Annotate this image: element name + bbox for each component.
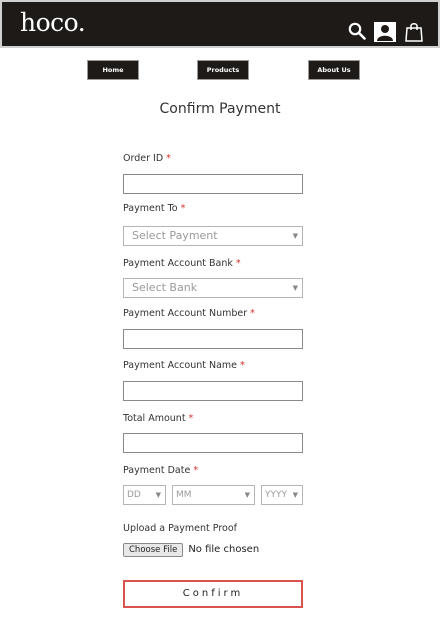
required-marker: * bbox=[188, 413, 194, 424]
payment-account-bank-select[interactable]: Select Bank ▼ bbox=[123, 278, 303, 298]
nav-products-button[interactable]: Products bbox=[198, 61, 248, 79]
total-amount-label: Total Amount * bbox=[123, 413, 194, 424]
top-header-bar: hoco. bbox=[0, 0, 440, 48]
required-marker: * bbox=[180, 203, 186, 214]
payment-date-year-select[interactable]: YYYY ▼ bbox=[261, 485, 303, 505]
required-marker: * bbox=[240, 360, 245, 371]
nav-home-button[interactable]: Home bbox=[88, 61, 138, 79]
payment-date-month-select[interactable]: MM ▼ bbox=[172, 485, 255, 505]
choose-file-button[interactable]: Choose File bbox=[123, 543, 184, 557]
main-nav: Home Products About Us bbox=[0, 61, 440, 79]
dropdown-arrow-icon: ▼ bbox=[292, 232, 298, 240]
user-icon[interactable] bbox=[374, 22, 396, 46]
payment-date-label: Payment Date * bbox=[123, 465, 199, 476]
file-upload-row: Choose File No file chosen bbox=[123, 543, 259, 557]
payment-to-select[interactable]: Select Payment ▼ bbox=[123, 226, 303, 246]
required-marker: * bbox=[166, 153, 171, 164]
payment-account-number-input[interactable] bbox=[123, 329, 303, 349]
nav-about-us-button[interactable]: About Us bbox=[309, 61, 359, 79]
payment-account-bank-label: Payment Account Bank * bbox=[123, 258, 241, 269]
total-amount-input[interactable] bbox=[123, 433, 303, 453]
dropdown-arrow-icon: ▼ bbox=[155, 491, 161, 499]
search-icon[interactable] bbox=[348, 22, 366, 44]
payment-account-name-input[interactable] bbox=[123, 381, 303, 401]
dropdown-arrow-icon: ▼ bbox=[244, 491, 250, 499]
required-marker: * bbox=[235, 258, 241, 269]
file-status-text: No file chosen bbox=[188, 544, 260, 555]
payment-account-name-label: Payment Account Name * bbox=[123, 360, 245, 371]
order-id-input[interactable] bbox=[123, 174, 303, 194]
page-title: Confirm Payment bbox=[159, 101, 281, 117]
dropdown-arrow-icon: ▼ bbox=[292, 284, 298, 292]
dropdown-arrow-icon: ▼ bbox=[292, 491, 298, 499]
order-id-label: Order ID * bbox=[123, 153, 171, 164]
payment-to-label: Payment To * bbox=[123, 203, 186, 214]
payment-date-day-select[interactable]: DD ▼ bbox=[123, 485, 166, 505]
required-marker: * bbox=[193, 465, 199, 476]
upload-payment-proof-label: Upload a Payment Proof bbox=[123, 523, 237, 534]
confirm-button[interactable]: Confirm bbox=[123, 580, 303, 608]
required-marker: * bbox=[250, 308, 255, 319]
brand-logo[interactable]: hoco. bbox=[20, 8, 86, 37]
payment-account-number-label: Payment Account Number * bbox=[123, 308, 255, 319]
shopping-bag-icon[interactable] bbox=[404, 22, 424, 46]
